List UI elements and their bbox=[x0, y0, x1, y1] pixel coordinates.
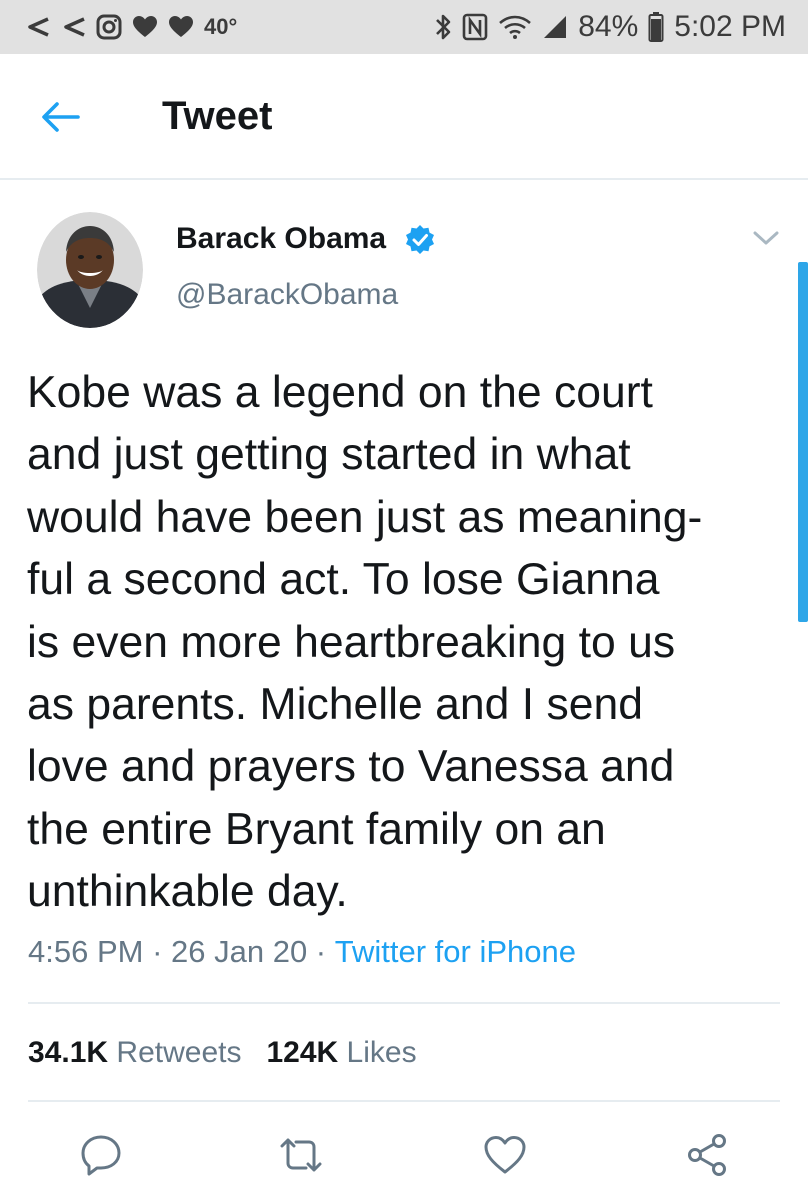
back-button[interactable] bbox=[40, 99, 84, 135]
like-icon bbox=[484, 1136, 526, 1174]
divider bbox=[28, 1002, 780, 1004]
status-bar-left: 40° bbox=[24, 14, 237, 40]
retweets-label[interactable]: Retweets bbox=[108, 1036, 241, 1070]
like-button[interactable] bbox=[482, 1132, 528, 1178]
tweet-date: 26 Jan 20 bbox=[171, 934, 308, 969]
likes-count[interactable]: 124K bbox=[266, 1036, 338, 1070]
tweet-source-link[interactable]: Twitter for iPhone bbox=[335, 934, 576, 970]
meta-separator: · bbox=[307, 934, 335, 969]
author-handle[interactable]: @BarackObama bbox=[176, 278, 398, 312]
chevron-down-icon[interactable] bbox=[752, 228, 780, 248]
status-bar: 40° 84% 5:02 PM bbox=[0, 0, 808, 54]
back-arrow-icon bbox=[42, 102, 80, 132]
likes-label[interactable]: Likes bbox=[338, 1036, 417, 1070]
tweet-meta: 4:56 PM · 26 Jan 20 · Twitter for iPhone bbox=[28, 934, 576, 970]
heart-icon bbox=[168, 15, 194, 39]
wifi-icon bbox=[498, 14, 532, 40]
scrollbar[interactable] bbox=[798, 262, 808, 622]
action-bar bbox=[0, 1132, 808, 1188]
back-arrow-icon bbox=[60, 15, 86, 39]
nfc-icon bbox=[462, 13, 488, 41]
divider bbox=[28, 1100, 780, 1102]
retweets-count[interactable]: 34.1K bbox=[28, 1036, 108, 1070]
reply-icon bbox=[81, 1135, 121, 1176]
retweet-button[interactable] bbox=[278, 1132, 324, 1178]
tweet-text: Kobe was a legend on the court and just … bbox=[27, 368, 703, 917]
temperature: 40° bbox=[204, 14, 238, 39]
page-title: Tweet bbox=[162, 94, 273, 138]
share-button[interactable] bbox=[684, 1132, 730, 1178]
tweet-time: 4:56 PM bbox=[28, 934, 144, 969]
status-bar-right: 84% 5:02 PM bbox=[434, 10, 786, 44]
signal-icon bbox=[542, 14, 568, 40]
bluetooth-icon bbox=[434, 12, 452, 42]
share-icon bbox=[688, 1134, 726, 1176]
retweet-icon bbox=[280, 1138, 322, 1172]
battery-percent: 84% bbox=[578, 10, 639, 43]
verified-badge-icon bbox=[404, 224, 436, 256]
meta-separator: · bbox=[143, 934, 172, 969]
author-name[interactable]: Barack Obama bbox=[176, 222, 386, 256]
reply-button[interactable] bbox=[78, 1132, 124, 1178]
top-bar: Tweet bbox=[0, 54, 808, 180]
battery-icon bbox=[648, 12, 664, 42]
back-arrow-icon bbox=[24, 15, 50, 39]
tweet-stats: 34.1K Retweets 124K Likes bbox=[28, 1036, 417, 1070]
avatar[interactable] bbox=[37, 212, 143, 328]
heart-icon bbox=[132, 15, 158, 39]
instagram-icon bbox=[96, 14, 122, 40]
clock: 5:02 PM bbox=[674, 10, 786, 43]
